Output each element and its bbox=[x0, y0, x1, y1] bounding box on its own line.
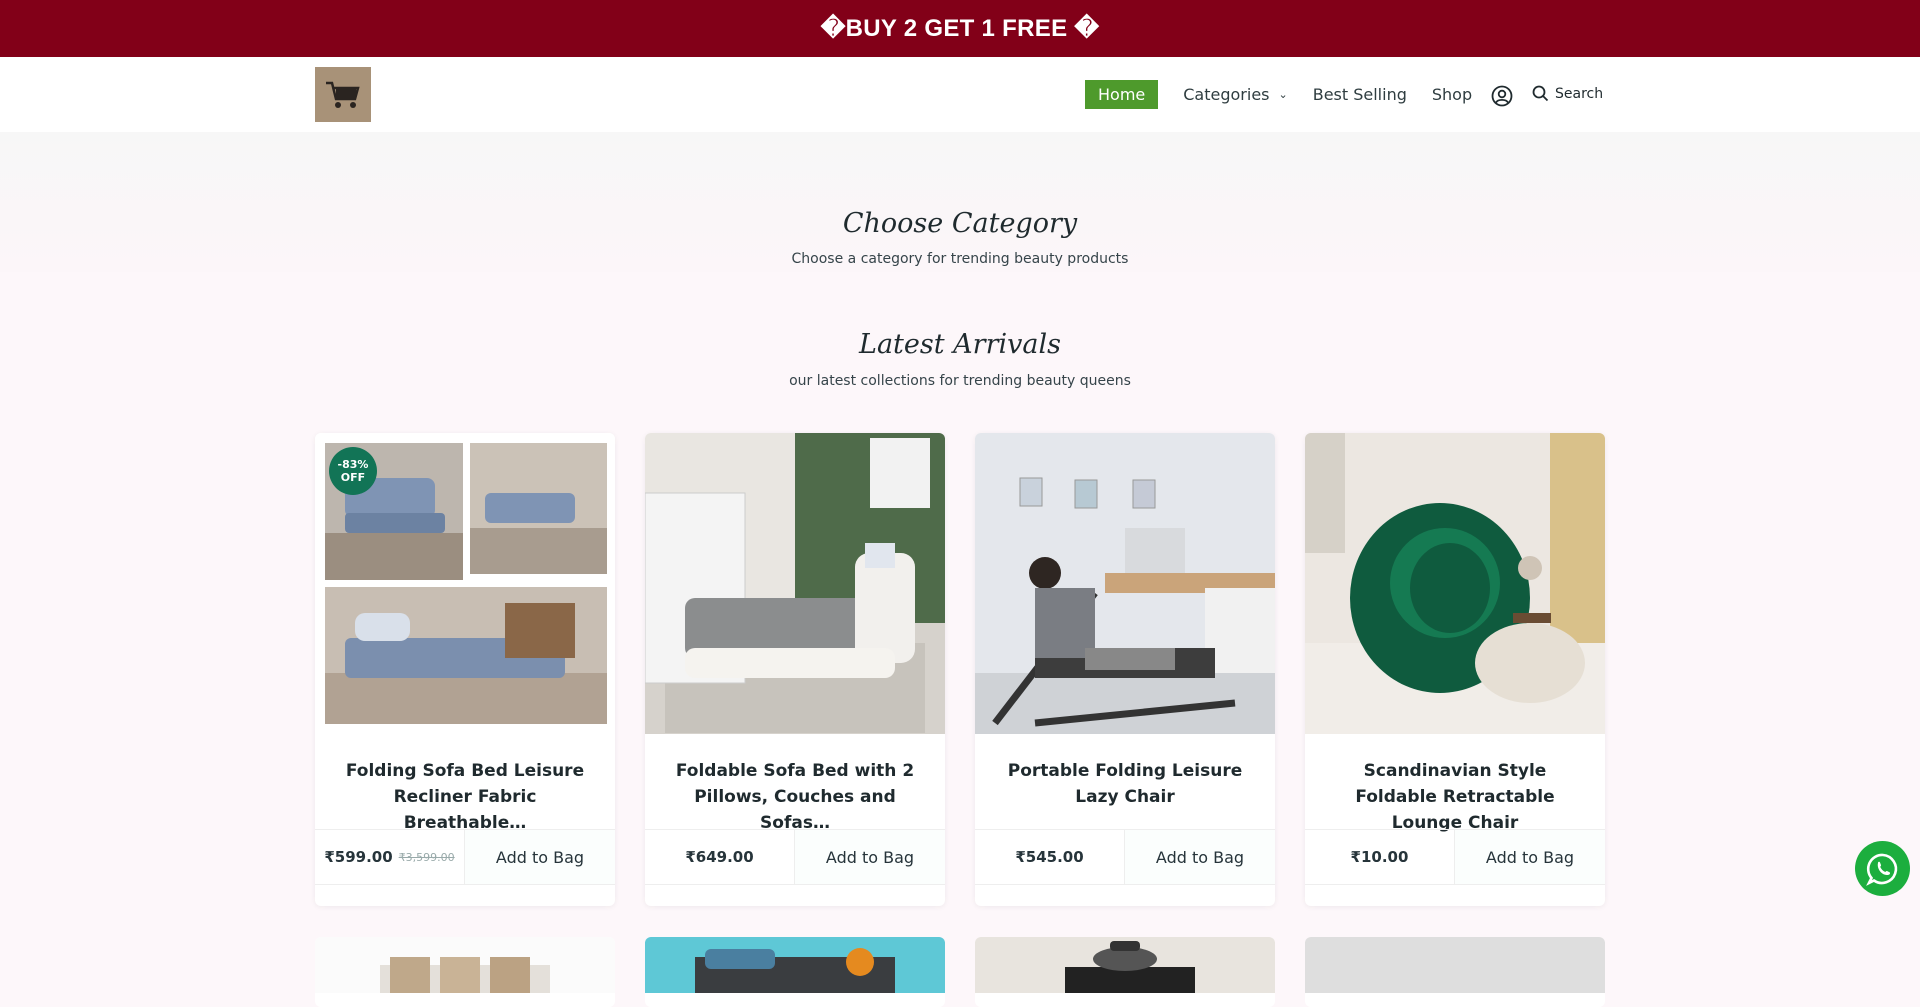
latest-title: Latest Arrivals bbox=[859, 329, 1061, 360]
product-image[interactable] bbox=[975, 937, 1275, 993]
whatsapp-icon bbox=[1865, 853, 1897, 886]
product-footer: ₹545.00 Add to Bag bbox=[975, 829, 1275, 885]
product-image[interactable]: -83% OFF bbox=[315, 433, 615, 734]
add-to-bag-button[interactable]: Add to Bag bbox=[1125, 830, 1275, 884]
price-box: ₹649.00 bbox=[645, 830, 795, 884]
nav-best-selling[interactable]: Best Selling bbox=[1313, 80, 1407, 109]
product-name[interactable]: Portable Folding Leisure Lazy Chair bbox=[995, 758, 1255, 810]
product-name[interactable]: Foldable Sofa Bed with 2 Pillows, Couche… bbox=[665, 758, 925, 836]
discount-badge: -83% OFF bbox=[329, 447, 377, 495]
add-to-bag-button[interactable]: Add to Bag bbox=[795, 830, 945, 884]
product-price: ₹10.00 bbox=[1350, 848, 1409, 866]
product-card[interactable] bbox=[315, 937, 615, 1007]
cart-logo-icon bbox=[326, 81, 360, 108]
nav-shop[interactable]: Shop bbox=[1432, 80, 1472, 109]
product-image[interactable] bbox=[1305, 937, 1605, 993]
product-image[interactable] bbox=[645, 937, 945, 993]
price-box: ₹545.00 bbox=[975, 830, 1125, 884]
site-header: Home Categories ⌄ Best Selling Shop Sear… bbox=[0, 57, 1920, 132]
product-image[interactable] bbox=[645, 433, 945, 734]
category-title: Choose Category bbox=[842, 208, 1078, 239]
product-card[interactable]: -83% OFF Folding Sofa Bed Leisure Reclin… bbox=[315, 433, 615, 906]
nav-best-selling-label: Best Selling bbox=[1312, 85, 1407, 104]
product-image[interactable] bbox=[315, 937, 615, 993]
price-box: ₹599.00 ₹3,599.00 bbox=[315, 830, 465, 884]
announcement-text: �BUY 2 GET 1 FREE � bbox=[820, 15, 1100, 42]
site-logo[interactable] bbox=[315, 67, 371, 122]
announcement-bar: �BUY 2 GET 1 FREE � bbox=[0, 0, 1920, 57]
product-card[interactable]: Portable Folding Leisure Lazy Chair ₹545… bbox=[975, 433, 1275, 906]
nav-categories-label: Categories bbox=[1183, 85, 1270, 104]
main-nav: Home Categories ⌄ Best Selling Shop bbox=[1085, 80, 1497, 109]
product-name[interactable]: Folding Sofa Bed Leisure Recliner Fabric… bbox=[335, 758, 595, 836]
product-card[interactable] bbox=[1305, 937, 1605, 1007]
product-card[interactable] bbox=[975, 937, 1275, 1007]
product-name[interactable]: Scandinavian Style Foldable Retractable … bbox=[1325, 758, 1585, 836]
latest-subtitle: our latest collections for trending beau… bbox=[789, 373, 1131, 389]
product-price: ₹649.00 bbox=[685, 848, 754, 866]
chevron-down-icon: ⌄ bbox=[1278, 88, 1288, 101]
user-icon[interactable] bbox=[1491, 85, 1513, 111]
search-label: Search bbox=[1555, 85, 1604, 102]
nav-home[interactable]: Home bbox=[1085, 80, 1159, 109]
search-button[interactable]: Search bbox=[1532, 85, 1603, 102]
nav-home-label: Home bbox=[1098, 85, 1146, 104]
nav-shop-label: Shop bbox=[1431, 85, 1473, 104]
product-card[interactable]: Foldable Sofa Bed with 2 Pillows, Couche… bbox=[645, 433, 945, 906]
product-footer: ₹10.00 Add to Bag bbox=[1305, 829, 1605, 885]
price-box: ₹10.00 bbox=[1305, 830, 1455, 884]
category-subtitle: Choose a category for trending beauty pr… bbox=[791, 251, 1129, 267]
product-image[interactable] bbox=[975, 433, 1275, 734]
nav-categories[interactable]: Categories ⌄ bbox=[1183, 80, 1287, 109]
product-footer: ₹599.00 ₹3,599.00 Add to Bag bbox=[315, 829, 615, 885]
add-to-bag-button[interactable]: Add to Bag bbox=[465, 830, 615, 884]
product-price: ₹599.00 bbox=[324, 848, 393, 866]
product-card[interactable] bbox=[645, 937, 945, 1007]
add-to-bag-button[interactable]: Add to Bag bbox=[1455, 830, 1605, 884]
product-image[interactable] bbox=[1305, 433, 1605, 734]
search-icon bbox=[1532, 85, 1549, 102]
whatsapp-button[interactable] bbox=[1855, 841, 1910, 896]
product-card[interactable]: Scandinavian Style Foldable Retractable … bbox=[1305, 433, 1605, 906]
product-old-price: ₹3,599.00 bbox=[398, 850, 455, 864]
product-footer: ₹649.00 Add to Bag bbox=[645, 829, 945, 885]
category-section: Choose Category Choose a category for tr… bbox=[0, 132, 1920, 272]
product-price: ₹545.00 bbox=[1015, 848, 1084, 866]
